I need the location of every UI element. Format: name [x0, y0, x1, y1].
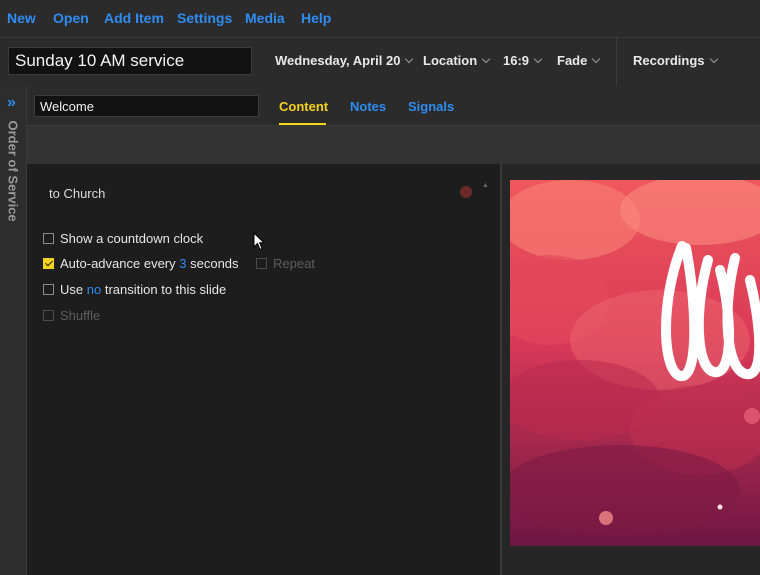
location-dropdown[interactable]: Location [423, 53, 491, 68]
menu-open[interactable]: Open [53, 10, 89, 26]
mouse-cursor-icon [253, 232, 266, 251]
recordings-dropdown[interactable]: Recordings [633, 53, 718, 68]
shuffle-label: Shuffle [60, 308, 101, 323]
auto-advance-checkbox[interactable] [43, 258, 54, 269]
item-tabs-bar: Content Notes Signals [27, 86, 760, 126]
menu-settings[interactable]: Settings [177, 10, 232, 26]
slide-editor-panel: to Church ▲ Show a countdown clock Auto-… [27, 164, 500, 575]
recordings-label: Recordings [633, 53, 705, 68]
menu-bar: New Open Add Item Settings Media Help [0, 0, 760, 37]
auto-advance-prefix: Auto-advance every [60, 256, 176, 271]
menu-media[interactable]: Media [245, 10, 285, 26]
menu-help[interactable]: Help [301, 10, 331, 26]
item-name-input[interactable] [34, 95, 259, 117]
transition-value[interactable]: no [87, 282, 101, 297]
tab-content[interactable]: Content [279, 99, 328, 114]
chevron-down-icon [709, 54, 718, 64]
service-title-input[interactable] [8, 47, 252, 75]
aspect-ratio-dropdown[interactable]: 16:9 [503, 53, 543, 68]
auto-advance-seconds-value[interactable]: 3 [179, 256, 186, 271]
repeat-option: Repeat [256, 256, 315, 271]
auto-advance-option: Auto-advance every 3 seconds [43, 256, 239, 271]
transition-option: Use no transition to this slide [43, 282, 226, 297]
countdown-label: Show a countdown clock [60, 231, 204, 246]
chevron-down-icon [592, 54, 601, 64]
auto-advance-suffix: seconds [190, 256, 239, 271]
slide-text[interactable]: to Church [49, 186, 105, 201]
active-tab-indicator [279, 123, 326, 125]
slide-preview-image[interactable] [510, 180, 760, 546]
countdown-option: Show a countdown clock [43, 231, 203, 246]
tab-signals[interactable]: Signals [408, 99, 454, 114]
date-label: Wednesday, April 20 [275, 53, 401, 68]
date-dropdown[interactable]: Wednesday, April 20 [275, 53, 414, 68]
collapse-caret-icon: ▲ [482, 182, 489, 189]
menu-new[interactable]: New [7, 10, 36, 26]
transition-suffix: transition to this slide [104, 282, 227, 297]
transition-label: Fade [557, 53, 588, 68]
menu-add-item[interactable]: Add Item [104, 10, 164, 26]
transition-prefix: Use [60, 282, 84, 297]
service-toolbar: Wednesday, April 20 Location 16:9 Fade R… [0, 37, 760, 87]
chevron-down-icon [533, 54, 543, 64]
repeat-checkbox [256, 258, 267, 269]
order-of-service-rail: » Order of Service [0, 86, 27, 575]
record-dot-icon[interactable] [460, 186, 472, 198]
chevron-down-icon [481, 54, 491, 64]
repeat-label: Repeat [273, 256, 315, 271]
no-transition-checkbox[interactable] [43, 284, 54, 295]
aspect-ratio-label: 16:9 [503, 53, 530, 68]
slides-strip [27, 126, 760, 164]
toolbar-divider [616, 38, 617, 87]
transition-dropdown[interactable]: Fade [557, 53, 601, 68]
chevron-down-icon [405, 54, 414, 64]
shuffle-option: Shuffle [43, 308, 100, 323]
order-of-service-label[interactable]: Order of Service [6, 121, 21, 222]
location-label: Location [423, 53, 478, 68]
expand-sidebar-icon[interactable]: » [7, 94, 16, 112]
countdown-checkbox[interactable] [43, 233, 54, 244]
shuffle-checkbox [43, 310, 54, 321]
tab-notes[interactable]: Notes [350, 99, 386, 114]
